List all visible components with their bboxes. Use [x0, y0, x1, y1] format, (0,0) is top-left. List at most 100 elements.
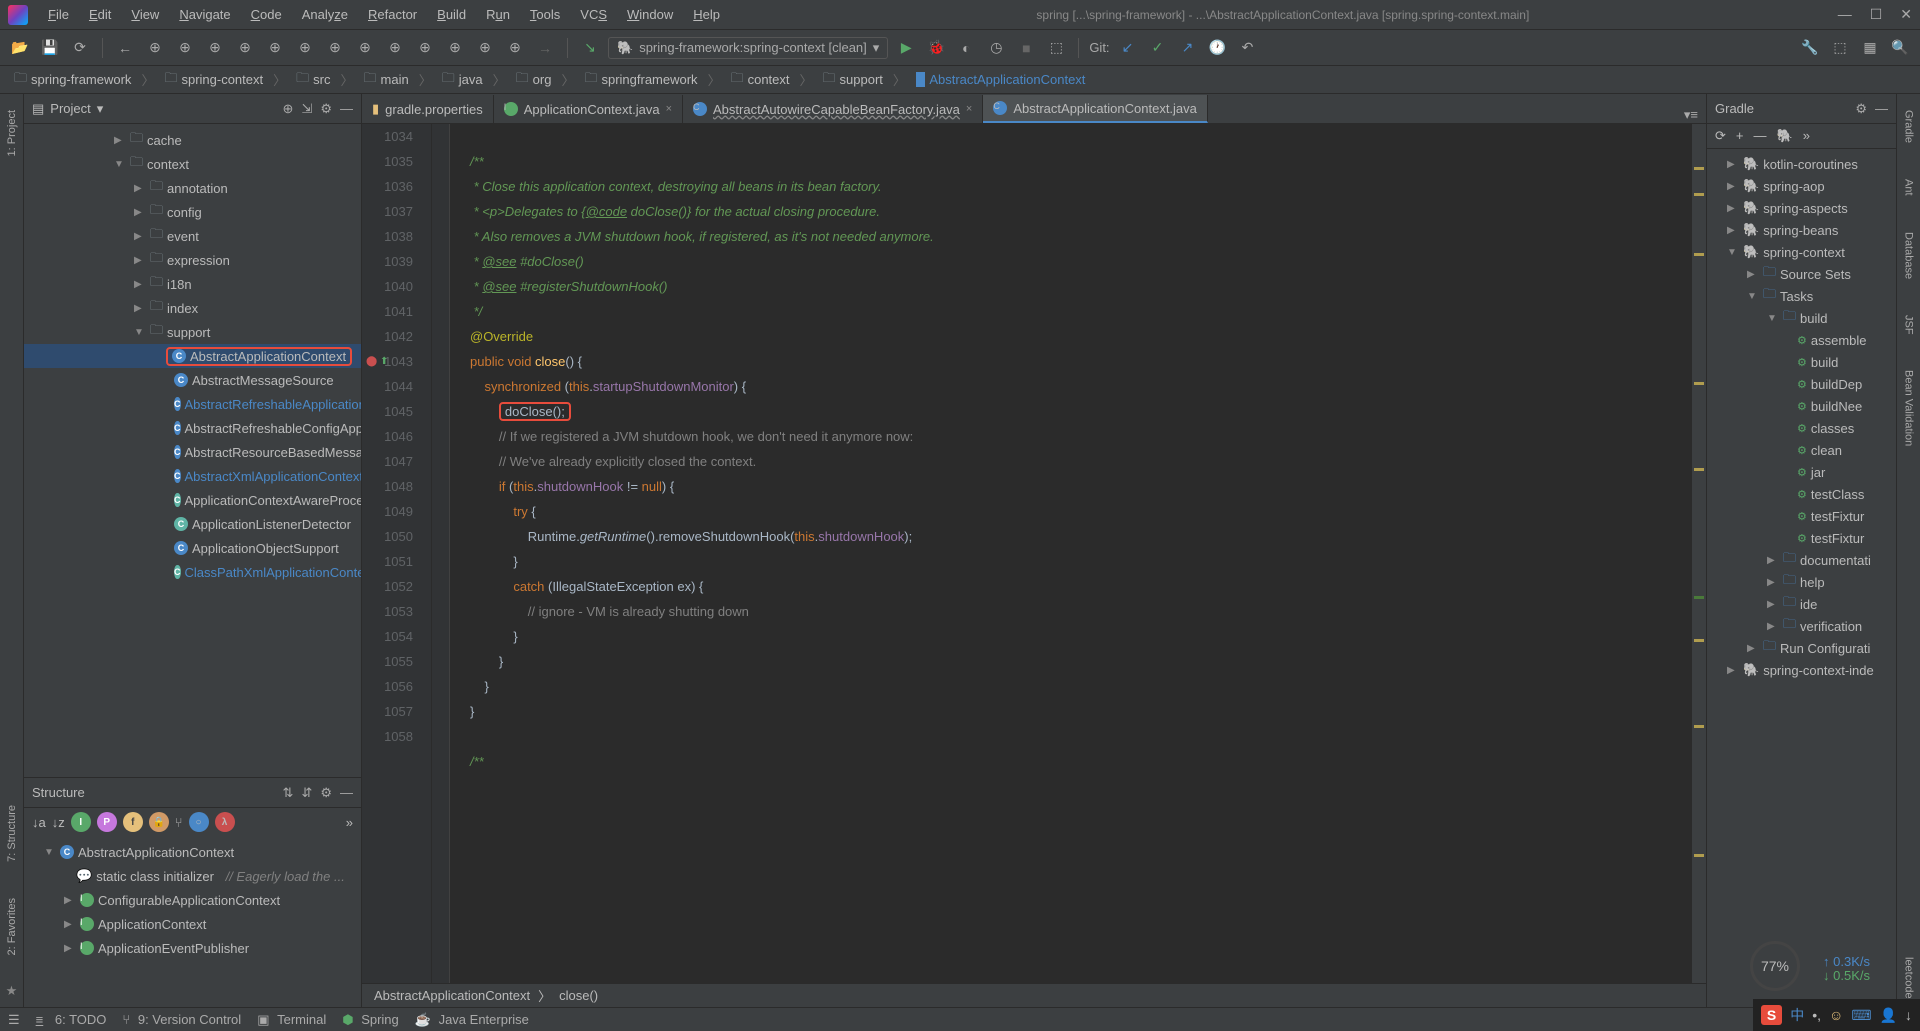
- menu-build[interactable]: Build: [429, 3, 474, 26]
- zoom-icon[interactable]: ⊕: [413, 36, 437, 60]
- tab-beanvalidation[interactable]: Bean Validation: [1901, 362, 1917, 454]
- status-terminal[interactable]: ▣ Terminal: [257, 1012, 326, 1028]
- eleph-icon[interactable]: 🐘: [1777, 128, 1793, 144]
- tray-icon[interactable]: 👤: [1880, 1007, 1897, 1024]
- tab-project[interactable]: 1: Project: [4, 102, 20, 164]
- interface-icon[interactable]: I: [71, 812, 91, 832]
- zoom-icon[interactable]: ⊕: [443, 36, 467, 60]
- history-icon[interactable]: 🕐: [1206, 36, 1230, 60]
- settings-icon[interactable]: ⬚: [1828, 36, 1852, 60]
- menu-help[interactable]: Help: [685, 3, 728, 26]
- bc-item[interactable]: CAbstractApplicationContext: [910, 70, 1091, 89]
- gear-icon[interactable]: ⚙: [320, 785, 332, 801]
- bc-item[interactable]: 🗀support: [817, 67, 889, 93]
- collapse-icon[interactable]: —: [340, 785, 353, 801]
- tab-database[interactable]: Database: [1901, 224, 1917, 287]
- save-icon[interactable]: 💾: [38, 36, 62, 60]
- close-icon[interactable]: ✕: [1900, 6, 1912, 23]
- tree-node-selected[interactable]: CAbstractApplicationContext: [24, 344, 361, 368]
- status-todo[interactable]: ≡ 6: TODO: [36, 1012, 107, 1027]
- open-icon[interactable]: 📂: [8, 36, 32, 60]
- collapse-icon[interactable]: —: [1875, 101, 1888, 117]
- chevron-down-icon[interactable]: ▾: [97, 101, 104, 117]
- push-icon[interactable]: ↗: [1176, 36, 1200, 60]
- menu-refactor[interactable]: Refactor: [360, 3, 425, 26]
- stop-icon[interactable]: ■: [1014, 36, 1038, 60]
- impl-marker-icon[interactable]: ⬆: [380, 349, 388, 374]
- add-icon[interactable]: +: [1736, 128, 1744, 144]
- fold-gutter[interactable]: [432, 124, 450, 983]
- bc-item[interactable]: 🗀main: [358, 67, 415, 93]
- zoom-icon[interactable]: ⊕: [173, 36, 197, 60]
- sort-az-icon[interactable]: ↓a: [32, 815, 46, 830]
- crumb-class[interactable]: AbstractApplicationContext: [374, 988, 530, 1003]
- tab-gradle[interactable]: Gradle: [1901, 102, 1917, 151]
- rollback-icon[interactable]: ↶: [1236, 36, 1260, 60]
- menu-edit[interactable]: Edit: [81, 3, 119, 26]
- reader-mode-icon[interactable]: ▾≡: [1676, 107, 1706, 123]
- lock-icon[interactable]: 🔒: [149, 812, 169, 832]
- tab-abstractautowire[interactable]: CAbstractAutowireCapableBeanFactory.java…: [683, 95, 983, 123]
- menu-vcs[interactable]: VCS: [572, 3, 615, 26]
- tray-icon[interactable]: ☺: [1829, 1007, 1843, 1023]
- zoom-icon[interactable]: ⊕: [323, 36, 347, 60]
- gear-icon[interactable]: ⚙: [320, 101, 332, 117]
- tray-icon[interactable]: 中: [1790, 1005, 1804, 1025]
- zoom-icon[interactable]: ⊕: [353, 36, 377, 60]
- target-icon[interactable]: ⊕: [283, 101, 294, 117]
- bc-item[interactable]: 🗀springframework: [578, 67, 703, 93]
- menu-code[interactable]: Code: [243, 3, 290, 26]
- bc-item[interactable]: 🗀context: [725, 67, 796, 93]
- gear-icon[interactable]: ⚙: [1855, 101, 1867, 117]
- gradle-tree[interactable]: ▶🐘kotlin-coroutines ▶🐘spring-aop ▶🐘sprin…: [1707, 149, 1896, 1007]
- run-config-selector[interactable]: 🐘 spring-framework:spring-context [clean…: [608, 37, 888, 59]
- minimize-icon[interactable]: —: [1838, 6, 1852, 23]
- tray-icon[interactable]: ⌨: [1851, 1007, 1871, 1024]
- property-icon[interactable]: P: [97, 812, 117, 832]
- commit-icon[interactable]: ✓: [1146, 36, 1170, 60]
- menu-run[interactable]: Run: [478, 3, 518, 26]
- bc-item[interactable]: 🗀src: [290, 67, 336, 93]
- tab-abstractappcontext[interactable]: CAbstractApplicationContext.java: [983, 95, 1208, 123]
- zoom-icon[interactable]: ⊕: [263, 36, 287, 60]
- wrench-icon[interactable]: 🔧: [1798, 36, 1822, 60]
- status-vc[interactable]: ⑂ 9: Version Control: [122, 1012, 241, 1027]
- collapse-icon[interactable]: —: [340, 101, 353, 117]
- field-icon[interactable]: f: [123, 812, 143, 832]
- profile-icon[interactable]: ◷: [984, 36, 1008, 60]
- zoom-icon[interactable]: ⊕: [293, 36, 317, 60]
- ime-icon[interactable]: S: [1761, 1005, 1782, 1025]
- update-icon[interactable]: ↙: [1116, 36, 1140, 60]
- bc-item[interactable]: 🗀spring-framework: [8, 67, 137, 93]
- tab-appcontext[interactable]: IApplicationContext.java×: [494, 95, 683, 123]
- menu-navigate[interactable]: Navigate: [171, 3, 238, 26]
- branch-icon[interactable]: ⑂: [175, 815, 183, 830]
- menu-file[interactable]: File: [40, 3, 77, 26]
- tab-jsf[interactable]: JSF: [1901, 307, 1917, 343]
- line-gutter[interactable]: 1034103510361037103810391040104110421043…: [362, 124, 432, 983]
- bc-item[interactable]: 🗀java: [436, 67, 489, 93]
- attach-icon[interactable]: ⬚: [1044, 36, 1068, 60]
- zoom-icon[interactable]: ⊕: [203, 36, 227, 60]
- editor-scrollmap[interactable]: [1692, 124, 1706, 983]
- code-editor[interactable]: /** * Close this application context, de…: [450, 124, 1692, 983]
- tray-icon[interactable]: •,: [1812, 1007, 1821, 1023]
- lambda-icon[interactable]: λ: [215, 812, 235, 832]
- sort-icon[interactable]: ⇅: [283, 785, 294, 801]
- layout-icon[interactable]: ▦: [1858, 36, 1882, 60]
- menu-window[interactable]: Window: [619, 3, 681, 26]
- override-icon[interactable]: ○: [189, 812, 209, 832]
- sync-icon[interactable]: ⟳: [68, 36, 92, 60]
- bc-item[interactable]: 🗀spring-context: [158, 67, 269, 93]
- status-je[interactable]: ☕ Java Enterprise: [415, 1012, 529, 1028]
- expand-icon[interactable]: ⇲: [301, 101, 312, 117]
- search-icon[interactable]: 🔍: [1888, 36, 1912, 60]
- menu-tools[interactable]: Tools: [522, 3, 568, 26]
- menu-view[interactable]: View: [123, 3, 167, 26]
- menu-analyze[interactable]: Analyze: [294, 3, 356, 26]
- close-icon[interactable]: ×: [666, 103, 672, 115]
- tab-favorites[interactable]: 2: Favorites: [4, 890, 20, 963]
- forward-icon[interactable]: →: [533, 36, 557, 60]
- maximize-icon[interactable]: ☐: [1870, 6, 1883, 23]
- run-icon[interactable]: ▶: [894, 36, 918, 60]
